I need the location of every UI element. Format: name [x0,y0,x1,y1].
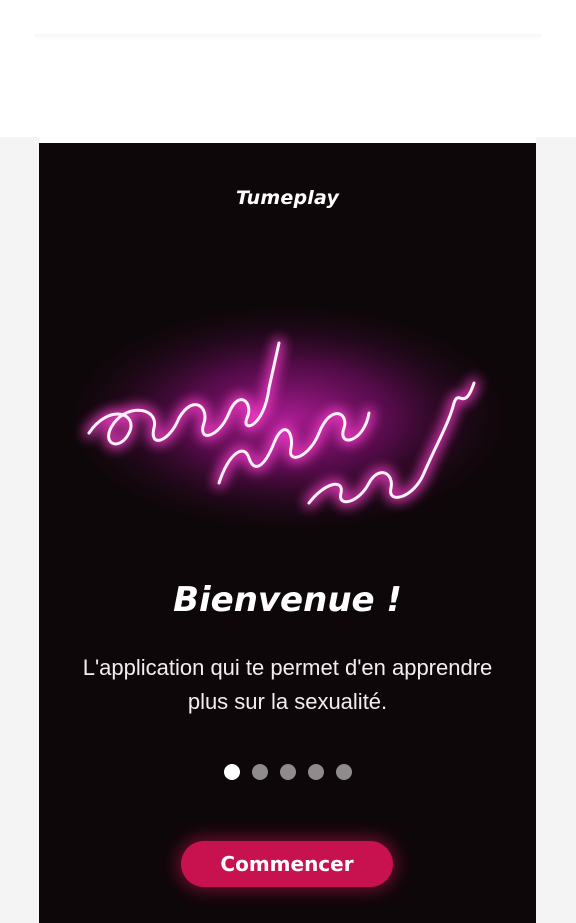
page-dot-2[interactable] [251,764,268,780]
page-title: Bienvenue ! [173,580,402,620]
top-bar [0,0,576,137]
start-button[interactable]: Commencer [181,841,393,887]
neon-sign-illustration [74,308,504,528]
left-gutter [0,137,39,923]
page-subtitle: L'application qui te permet d'en apprend… [82,655,493,714]
app-logo: Tumeplay [235,187,340,209]
top-bar-divider [34,34,542,38]
page-dot-5[interactable] [335,764,352,780]
onboarding-screen: Tumeplay Bienvenue ! L'application qui t… [39,143,536,923]
hero-neon-image [69,293,509,533]
page-dot-3[interactable] [279,764,296,780]
page-indicator [39,764,536,780]
right-gutter [536,137,576,923]
page-dot-1[interactable] [223,764,240,780]
page-dot-4[interactable] [307,764,324,780]
